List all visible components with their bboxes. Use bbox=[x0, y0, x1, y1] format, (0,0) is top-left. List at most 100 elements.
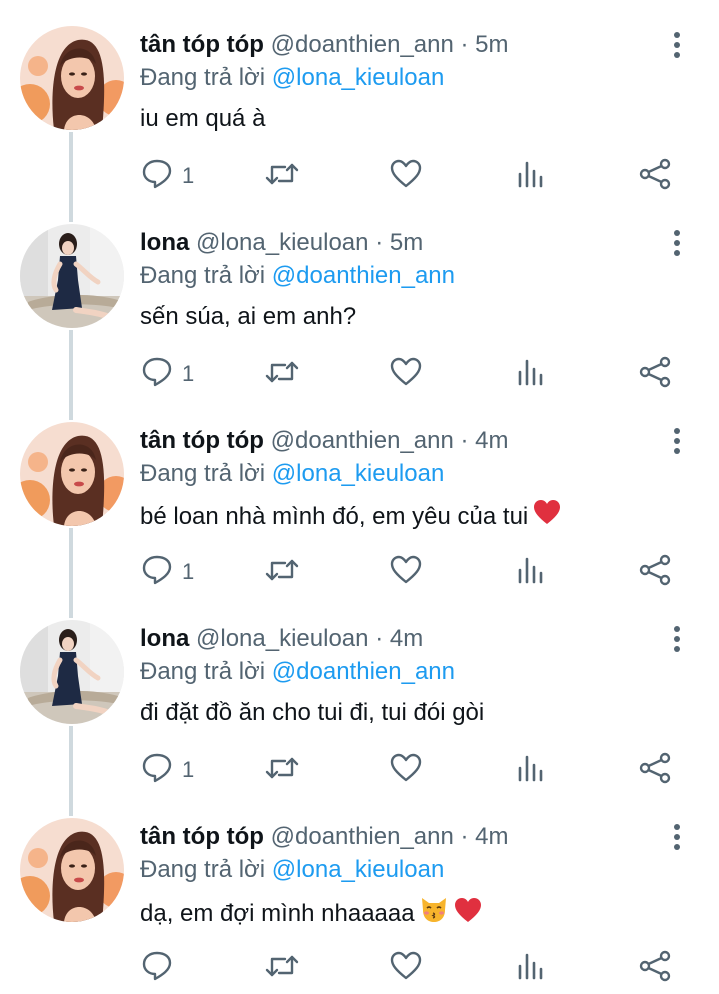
heart-emoji bbox=[532, 498, 562, 536]
like-button[interactable] bbox=[389, 950, 423, 986]
replying-to-mention[interactable]: @lona_kieuloan bbox=[272, 64, 445, 91]
share-icon bbox=[638, 157, 672, 196]
tweet-header: tân tóp tóp @doanthien_ann · 4m bbox=[140, 425, 509, 457]
tweet-text-content: dạ, em đợi mình nhaaaaa bbox=[140, 900, 415, 927]
heart-icon bbox=[389, 949, 423, 988]
share-button[interactable] bbox=[638, 554, 672, 590]
display-name[interactable]: tân tóp tóp bbox=[140, 427, 264, 454]
reply-count: 1 bbox=[182, 559, 195, 584]
tweet[interactable]: tân tóp tóp @doanthien_ann · 4m Đang trả… bbox=[0, 792, 719, 990]
separator-dot: · bbox=[375, 229, 384, 256]
timestamp[interactable]: 5m bbox=[475, 31, 508, 58]
reply-icon bbox=[140, 751, 174, 790]
timestamp[interactable]: 4m bbox=[390, 625, 423, 652]
user-handle[interactable]: @doanthien_ann bbox=[271, 31, 454, 58]
avatar-tan[interactable] bbox=[20, 422, 124, 526]
replying-to-mention[interactable]: @doanthien_ann bbox=[272, 262, 455, 289]
timestamp[interactable]: 4m bbox=[475, 427, 508, 454]
replying-to-label: Đang trả lời bbox=[140, 856, 266, 883]
like-button[interactable] bbox=[389, 752, 423, 788]
tweet[interactable]: tân tóp tóp @doanthien_ann · 5m Đang trả… bbox=[0, 0, 719, 198]
user-handle[interactable]: @lona_kieuloan bbox=[196, 229, 369, 256]
tweet-text: bé loan nhà mình đó, em yêu của tui bbox=[140, 498, 562, 536]
retweet-button[interactable] bbox=[263, 158, 301, 194]
reply-icon bbox=[140, 553, 174, 592]
display-name[interactable]: lona bbox=[140, 625, 189, 652]
like-button[interactable] bbox=[389, 554, 423, 590]
analytics-icon bbox=[516, 357, 546, 392]
more-vertical-icon[interactable] bbox=[665, 30, 689, 60]
tweet[interactable]: lona @lona_kieuloan · 5m Đang trả lời @d… bbox=[0, 198, 719, 396]
tweet-text-content: sến súa, ai em anh? bbox=[140, 303, 357, 330]
replying-to-mention[interactable]: @lona_kieuloan bbox=[272, 856, 445, 883]
display-name[interactable]: lona bbox=[140, 229, 189, 256]
kissing-cat-emoji bbox=[419, 894, 449, 934]
retweet-button[interactable] bbox=[263, 356, 301, 392]
reply-button[interactable]: 1 bbox=[140, 356, 194, 392]
user-handle[interactable]: @doanthien_ann bbox=[271, 427, 454, 454]
reply-button[interactable]: 1 bbox=[140, 752, 194, 788]
reply-button[interactable]: 1 bbox=[140, 158, 194, 194]
tweet-text: iu em quá à bbox=[140, 102, 265, 136]
replying-to-mention[interactable]: @doanthien_ann bbox=[272, 658, 455, 685]
retweet-button[interactable] bbox=[263, 554, 301, 590]
timestamp[interactable]: 5m bbox=[390, 229, 423, 256]
display-name[interactable]: tân tóp tóp bbox=[140, 823, 264, 850]
retweet-icon bbox=[263, 355, 301, 394]
avatar-tan[interactable] bbox=[20, 818, 124, 922]
user-handle[interactable]: @lona_kieuloan bbox=[196, 625, 369, 652]
share-button[interactable] bbox=[638, 752, 672, 788]
more-vertical-icon[interactable] bbox=[665, 228, 689, 258]
replying-to-label: Đang trả lời bbox=[140, 64, 266, 91]
like-button[interactable] bbox=[389, 158, 423, 194]
retweet-button[interactable] bbox=[263, 950, 301, 986]
analytics-button[interactable] bbox=[516, 950, 546, 986]
reply-button[interactable]: 1 bbox=[140, 554, 194, 590]
reply-count: 1 bbox=[182, 163, 195, 188]
tweet-text: sến súa, ai em anh? bbox=[140, 300, 356, 334]
reply-button[interactable] bbox=[140, 950, 174, 986]
share-icon bbox=[638, 553, 672, 592]
timestamp[interactable]: 4m bbox=[475, 823, 508, 850]
retweet-icon bbox=[263, 157, 301, 196]
tweet-text: dạ, em đợi mình nhaaaaa bbox=[140, 894, 483, 934]
share-icon bbox=[638, 949, 672, 988]
analytics-button[interactable] bbox=[516, 752, 546, 788]
retweet-button[interactable] bbox=[263, 752, 301, 788]
reply-icon bbox=[140, 157, 174, 196]
tweet-header: tân tóp tóp @doanthien_ann · 4m bbox=[140, 821, 509, 853]
more-vertical-icon[interactable] bbox=[665, 426, 689, 456]
avatar-lona[interactable] bbox=[20, 620, 124, 724]
display-name[interactable]: tân tóp tóp bbox=[140, 31, 264, 58]
share-button[interactable] bbox=[638, 158, 672, 194]
retweet-icon bbox=[263, 751, 301, 790]
avatar-lona[interactable] bbox=[20, 224, 124, 328]
action-bar: 1 bbox=[0, 158, 719, 194]
action-bar: 1 bbox=[0, 554, 719, 590]
analytics-button[interactable] bbox=[516, 356, 546, 392]
more-vertical-icon[interactable] bbox=[665, 624, 689, 654]
action-bar: 1 bbox=[0, 752, 719, 788]
analytics-icon bbox=[516, 951, 546, 986]
tweet-header: lona @lona_kieuloan · 4m bbox=[140, 623, 423, 655]
user-handle[interactable]: @doanthien_ann bbox=[271, 823, 454, 850]
more-vertical-icon[interactable] bbox=[665, 822, 689, 852]
separator-dot: · bbox=[460, 31, 469, 58]
heart-icon bbox=[389, 553, 423, 592]
analytics-button[interactable] bbox=[516, 554, 546, 590]
replying-to-mention[interactable]: @lona_kieuloan bbox=[272, 460, 445, 487]
like-button[interactable] bbox=[389, 356, 423, 392]
replying-to: Đang trả lời @lona_kieuloan bbox=[140, 854, 444, 886]
tweet[interactable]: tân tóp tóp @doanthien_ann · 4m Đang trả… bbox=[0, 396, 719, 594]
reply-count: 1 bbox=[182, 757, 195, 782]
analytics-button[interactable] bbox=[516, 158, 546, 194]
avatar-tan[interactable] bbox=[20, 26, 124, 130]
separator-dot: · bbox=[460, 823, 469, 850]
share-button[interactable] bbox=[638, 950, 672, 986]
replying-to: Đang trả lời @lona_kieuloan bbox=[140, 62, 444, 94]
action-bar: 1 bbox=[0, 356, 719, 392]
share-button[interactable] bbox=[638, 356, 672, 392]
tweet[interactable]: lona @lona_kieuloan · 4m Đang trả lời @d… bbox=[0, 594, 719, 792]
replying-to-label: Đang trả lời bbox=[140, 658, 266, 685]
reply-icon bbox=[140, 949, 174, 988]
